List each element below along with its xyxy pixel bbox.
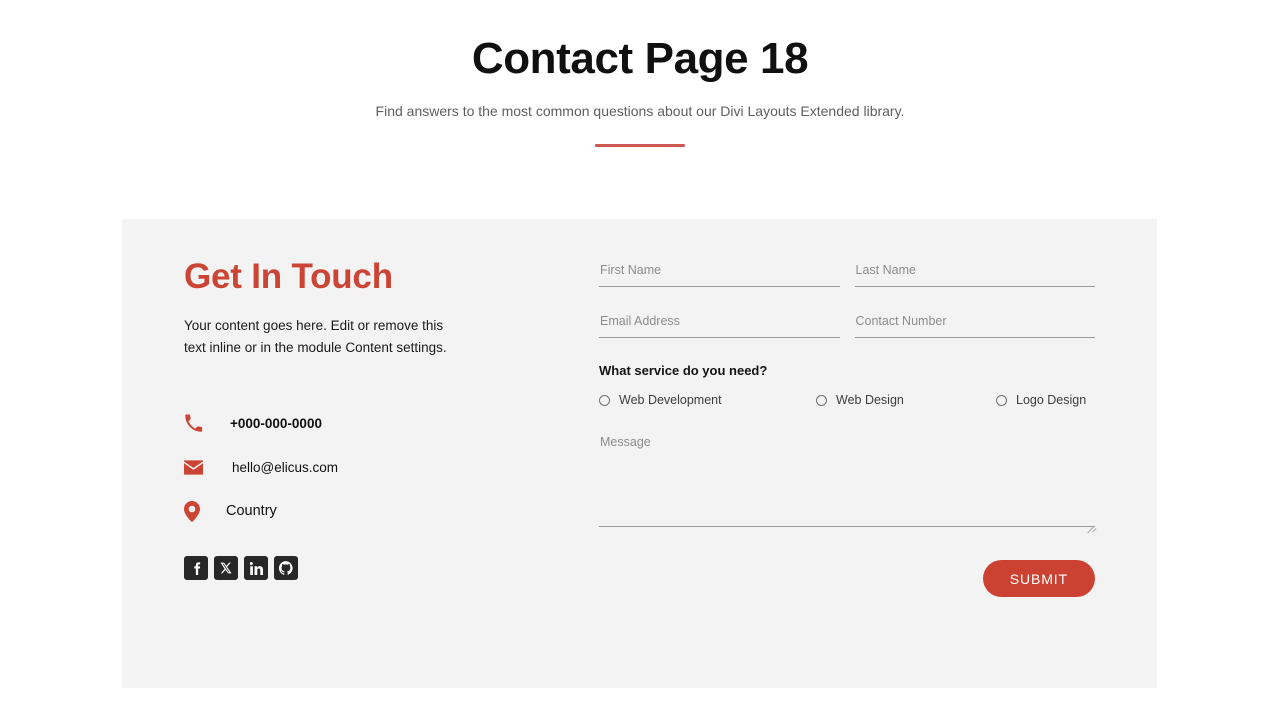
last-name-input[interactable] bbox=[854, 261, 1095, 287]
service-question-label: What service do you need? bbox=[599, 363, 768, 378]
first-name-field bbox=[599, 261, 840, 287]
contact-item-email[interactable]: hello@elicus.com bbox=[184, 445, 552, 489]
email-value: hello@elicus.com bbox=[232, 459, 338, 475]
service-selection: What service do you need? Web Developmen… bbox=[599, 363, 1095, 407]
facebook-icon[interactable] bbox=[184, 556, 208, 581]
title-divider bbox=[595, 143, 685, 147]
page-title: Contact Page 18 bbox=[471, 34, 809, 83]
radio-circle-icon bbox=[816, 394, 827, 406]
message-field bbox=[599, 434, 1097, 534]
get-in-touch-heading: Get In Touch bbox=[184, 257, 393, 296]
contact-item-phone[interactable]: +000-000-0000 bbox=[184, 401, 552, 445]
email-input[interactable] bbox=[599, 312, 840, 338]
envelope-icon bbox=[184, 460, 212, 475]
phone-icon bbox=[184, 414, 212, 433]
linkedin-icon[interactable] bbox=[244, 556, 268, 581]
radio-label: Logo Design bbox=[1016, 393, 1087, 407]
contact-list: +000-000-0000 hello@elicus.com Country bbox=[184, 401, 552, 533]
github-icon[interactable] bbox=[274, 556, 298, 581]
radio-label: Web Design bbox=[836, 393, 904, 407]
phone-value: +000-000-0000 bbox=[230, 415, 322, 431]
submit-button[interactable]: SUBMIT bbox=[982, 560, 1095, 597]
contact-field-row bbox=[599, 312, 1095, 338]
last-name-field bbox=[854, 261, 1095, 287]
contact-info-column: Get In Touch Your content goes here. Edi… bbox=[122, 219, 552, 688]
radio-circle-icon bbox=[996, 394, 1007, 406]
contact-form: What service do you need? Web Developmen… bbox=[552, 219, 1157, 688]
page-header: Contact Page 18 Find answers to the most… bbox=[0, 0, 1280, 147]
location-value: Country bbox=[226, 503, 277, 520]
x-twitter-icon[interactable] bbox=[214, 556, 238, 581]
contact-panel: Get In Touch Your content goes here. Edi… bbox=[122, 219, 1157, 688]
contact-page: Contact Page 18 Find answers to the most… bbox=[0, 0, 1280, 728]
radio-web-development[interactable]: Web Development bbox=[599, 393, 816, 407]
intro-text: Your content goes here. Edit or remove t… bbox=[184, 318, 447, 356]
contact-item-location[interactable]: Country bbox=[184, 489, 552, 533]
email-field bbox=[599, 312, 840, 338]
page-subtitle: Find answers to the most common question… bbox=[375, 102, 905, 119]
radio-web-design[interactable]: Web Design bbox=[816, 393, 996, 407]
first-name-input[interactable] bbox=[599, 261, 840, 287]
social-links bbox=[184, 556, 552, 581]
contact-number-input[interactable] bbox=[854, 312, 1095, 338]
map-pin-icon bbox=[184, 500, 212, 522]
radio-circle-icon bbox=[599, 394, 610, 406]
radio-label: Web Development bbox=[619, 393, 722, 407]
contact-number-field bbox=[854, 312, 1095, 338]
service-radio-group: Web Development Web Design Logo Design bbox=[599, 393, 1095, 407]
name-field-row bbox=[599, 261, 1095, 287]
radio-logo-design[interactable]: Logo Design bbox=[996, 393, 1095, 407]
submit-row: SUBMIT bbox=[599, 560, 1095, 597]
message-textarea[interactable] bbox=[599, 434, 1095, 527]
